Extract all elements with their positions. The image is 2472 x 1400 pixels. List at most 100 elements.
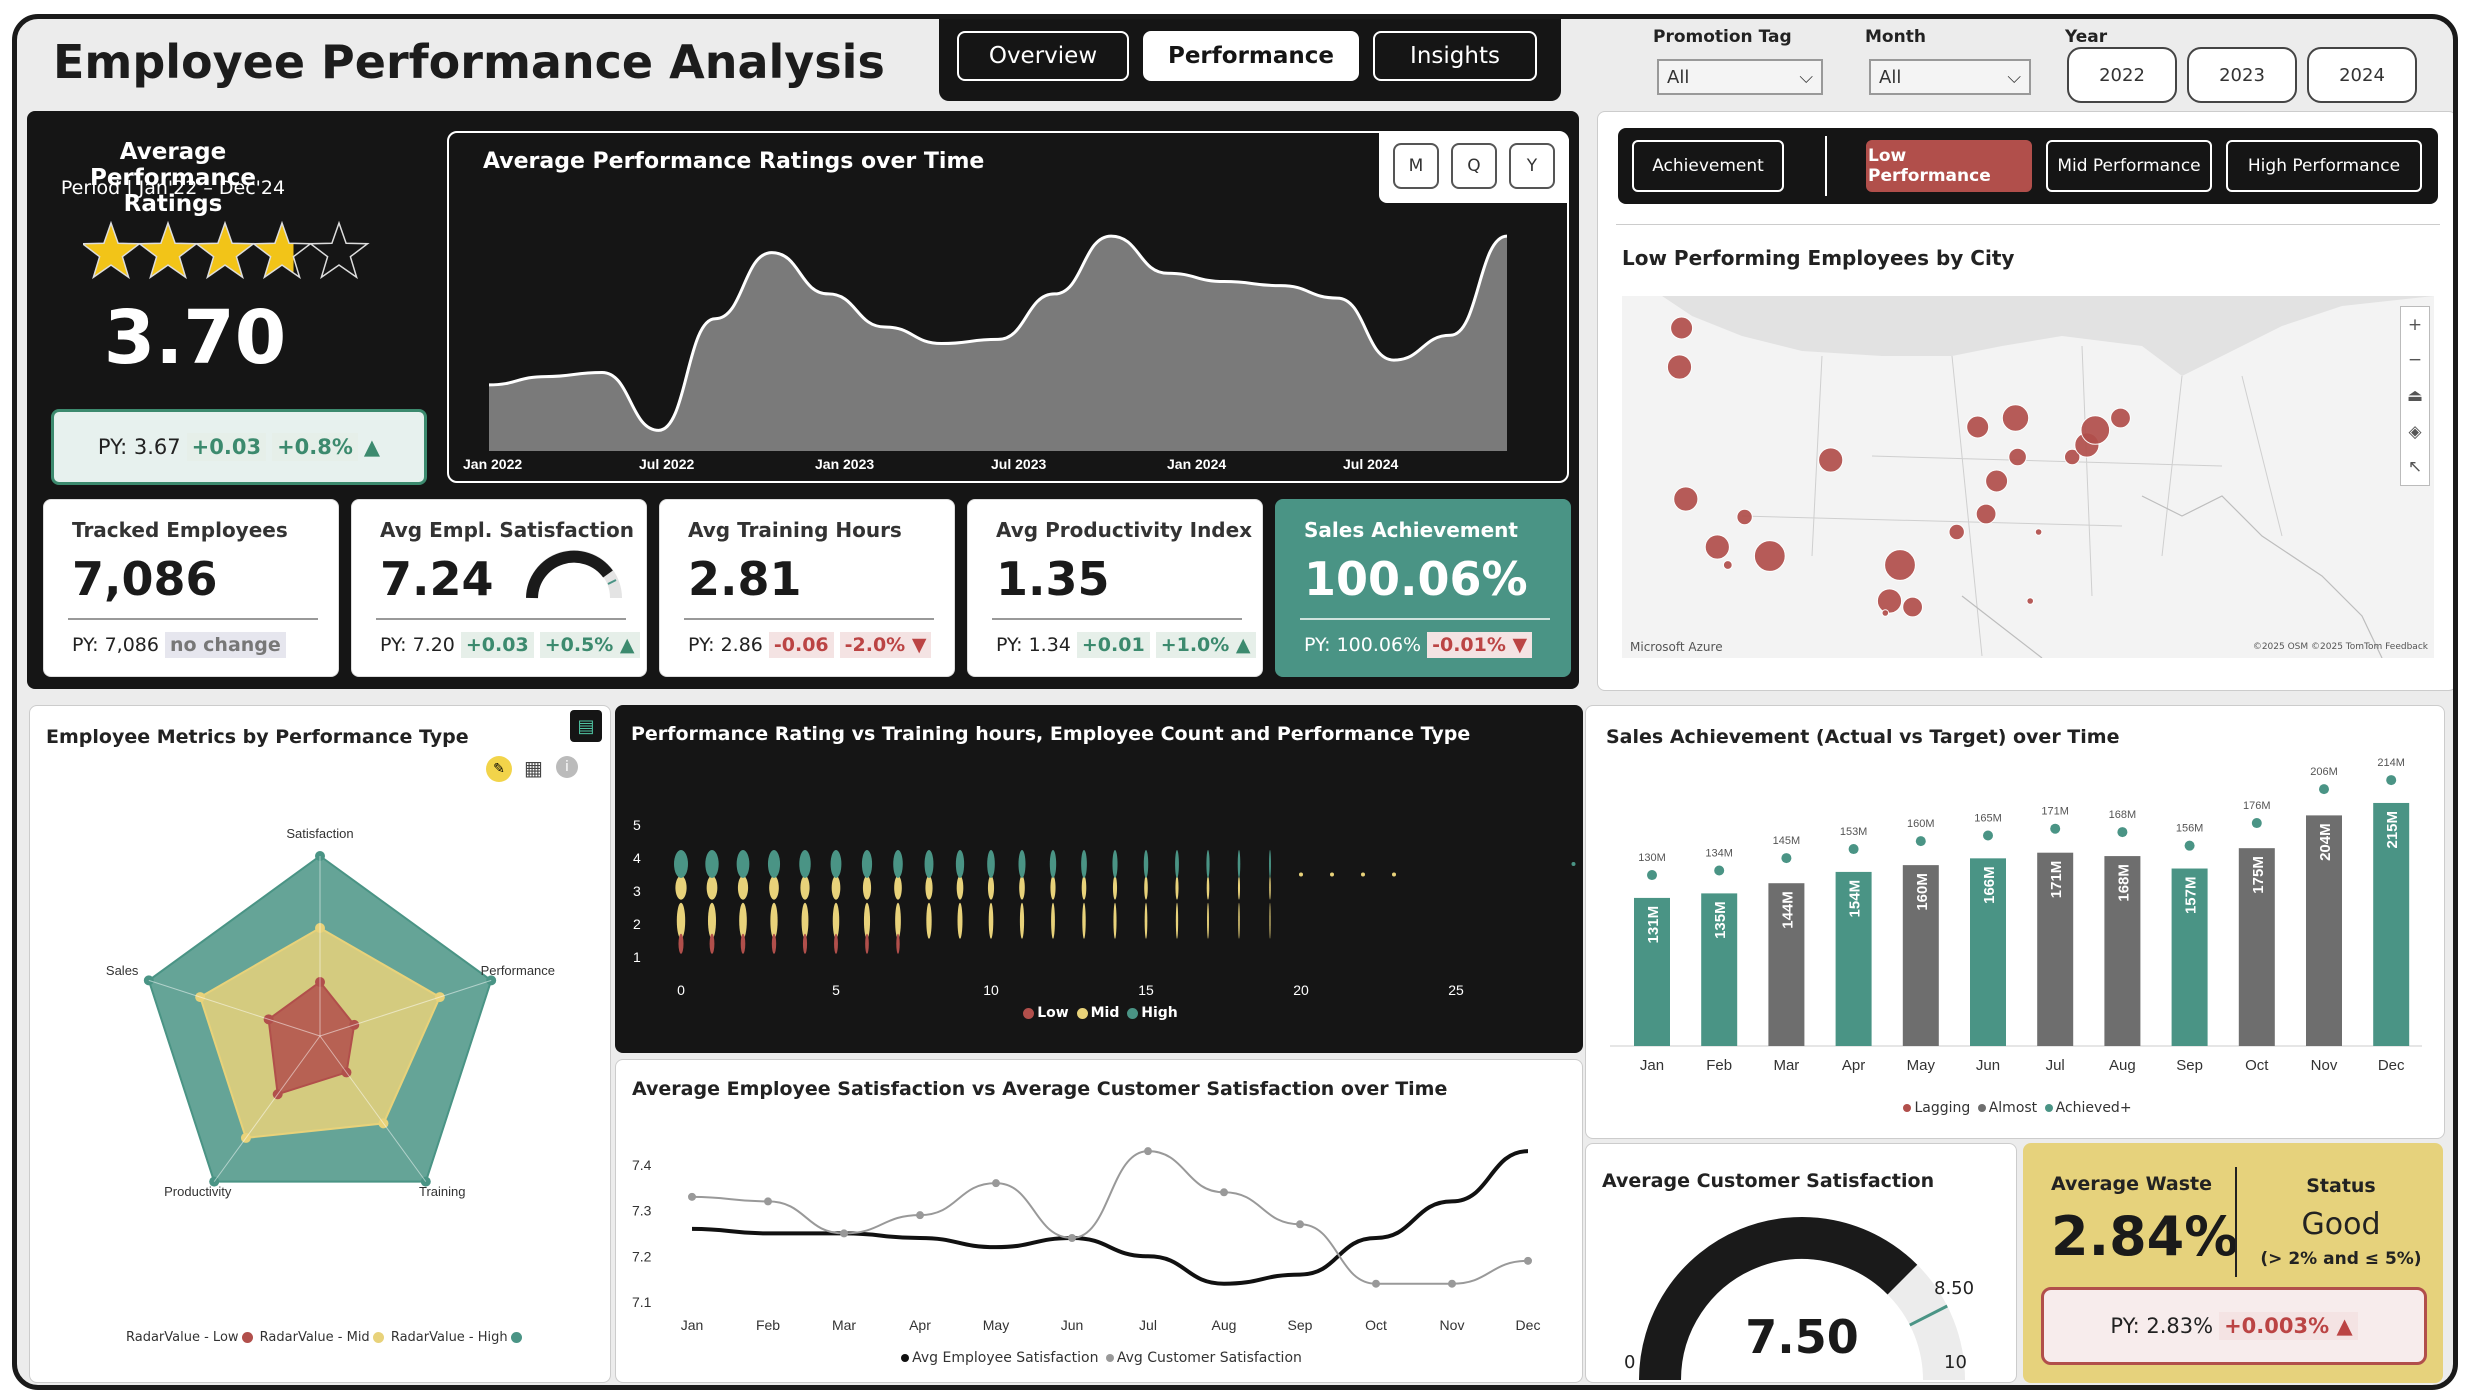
series-point — [1524, 1256, 1532, 1265]
legend-swatch — [1105, 1354, 1114, 1362]
year-button-2023[interactable]: 2023 — [2187, 47, 2297, 103]
tab-insights[interactable]: Insights — [1373, 31, 1537, 81]
series-point — [916, 1211, 924, 1220]
violin-body-mid — [739, 902, 747, 939]
kpi-delta: no change — [164, 632, 286, 658]
edit-icon[interactable]: ✎ — [486, 756, 512, 782]
x-tick-label: 25 — [1448, 982, 1464, 998]
series-point — [1220, 1188, 1228, 1197]
zoom-in-icon[interactable]: + — [2408, 315, 2422, 335]
x-tick-label: Mar — [1773, 1057, 1799, 1074]
sales-legend: Lagging Almost Achieved+ — [1586, 1100, 2446, 1116]
x-tick-label: Sep — [1288, 1317, 1313, 1333]
tab-performance[interactable]: Performance — [1143, 31, 1359, 81]
violin-body-low — [678, 933, 684, 954]
kpi-title: Avg Productivity Index — [996, 518, 1253, 542]
bar-value-label: 215M — [2384, 811, 2401, 849]
rating-py: PY: 3.67 — [97, 435, 181, 459]
x-tick-label: Nov — [1440, 1317, 1465, 1333]
violin-body-high — [830, 850, 842, 878]
x-tick-label: Sep — [2176, 1057, 2203, 1074]
kpi-avg-satisfaction: Avg Empl. Satisfaction 7.24 PY: 7.20 +0.0… — [351, 499, 647, 677]
mid-performance-button[interactable]: Mid Performance — [2046, 140, 2212, 192]
x-tick-label: Oct — [1365, 1317, 1387, 1333]
achievement-button[interactable]: Achievement — [1632, 140, 1784, 192]
star-icon — [308, 220, 370, 280]
x-tick-label: 5 — [832, 982, 840, 998]
compass-icon[interactable]: ◈ — [2408, 422, 2421, 442]
radar-card: Employee Metrics by Performance Type ▤ ✎… — [29, 705, 611, 1383]
city-bubble — [1884, 549, 1916, 581]
bar-value-label: 171M — [2048, 861, 2065, 899]
zoom-out-icon[interactable]: − — [2408, 350, 2422, 370]
x-tick-label: Jan 2022 — [463, 456, 522, 472]
filter-divider — [1825, 136, 1827, 196]
target-label: 130M — [1638, 852, 1666, 864]
target-point — [1915, 836, 1926, 847]
low-performance-button[interactable]: Low Performance — [1866, 140, 2032, 192]
reset-view-icon[interactable]: ⏏ — [2407, 386, 2423, 406]
nav-bar: Overview Performance Insights — [939, 19, 1561, 101]
legend-label: Avg Customer Satisfaction — [1116, 1350, 1302, 1366]
waste-divider — [2235, 1167, 2237, 1277]
violin-body-high — [674, 850, 688, 878]
city-map[interactable]: + − ⏏ ◈ ↖ Microsoft Azure ©2025 OSM ©202… — [1622, 296, 2434, 658]
year-button-2022[interactable]: 2022 — [2067, 47, 2177, 103]
y-tick-label: 7.3 — [632, 1203, 652, 1219]
legend-label: High — [1141, 1005, 1178, 1021]
violin-dot — [1361, 872, 1365, 877]
kpi-sales-achievement: Sales Achievement 100.06% PY: 100.06% -0.… — [1275, 499, 1571, 677]
waste-value: 2.84% — [2051, 1205, 2239, 1268]
legend-label: Avg Employee Satisfaction — [912, 1350, 1099, 1366]
bar-value-label: 166M — [1981, 866, 1998, 904]
target-label: 160M — [1907, 818, 1935, 830]
tab-overview[interactable]: Overview — [957, 31, 1129, 81]
series-point — [1144, 1147, 1152, 1156]
customer-satisfaction-card: Average Customer Satisfaction 7.50 0 10 … — [1585, 1143, 2017, 1383]
violin-chart: 1 2 3 4 5 0 5 10 15 20 25 — [633, 817, 1576, 998]
month-select[interactable]: All ⌵ — [1869, 59, 2031, 95]
violin-body-high — [987, 850, 995, 878]
select-cursor-icon[interactable]: ↖ — [2408, 457, 2422, 477]
violin-body-mid — [1269, 902, 1271, 939]
high-performance-button[interactable]: High Performance — [2226, 140, 2422, 192]
star-rating — [83, 220, 370, 280]
kpi-delta: -0.06 — [768, 632, 834, 658]
violin-body-mid — [1237, 875, 1241, 900]
x-tick-label: Nov — [2311, 1057, 2338, 1074]
violin-body-low — [740, 933, 746, 954]
violin-dot — [1392, 872, 1396, 877]
target-label: 214M — [2377, 757, 2405, 769]
legend-swatch — [2044, 1104, 2053, 1112]
target-label: 168M — [2109, 809, 2137, 821]
violin-body-mid — [1051, 902, 1055, 939]
comment-icon[interactable]: ▤ — [570, 710, 602, 742]
legend-label: RadarValue - High — [390, 1330, 508, 1345]
violin-body-high — [1112, 850, 1118, 878]
up-arrow-icon: ▲ — [363, 435, 381, 459]
promotion-tag-select[interactable]: All ⌵ — [1657, 59, 1823, 95]
info-icon[interactable]: i — [556, 756, 578, 778]
gauge-target-label: 8.50 — [1934, 1278, 1975, 1299]
violin-body-low — [771, 933, 777, 954]
violin-body-mid — [800, 875, 810, 900]
table-icon[interactable]: ▦ — [524, 756, 543, 780]
rating-period: Period | Jan'22 – Dec'24 — [60, 177, 286, 199]
y-tick-label: 4 — [633, 850, 641, 866]
violin-body-mid — [894, 875, 902, 900]
rating-delta-pct: +0.8% — [272, 433, 358, 461]
bar-value-label: 157M — [2183, 877, 2200, 915]
violin-body-mid — [1050, 875, 1056, 900]
city-bubble — [1985, 469, 2009, 493]
violin-body-mid — [1019, 875, 1025, 900]
year-button-2024[interactable]: 2024 — [2307, 47, 2417, 103]
kpi-py: PY: 100.06% — [1304, 634, 1422, 656]
kpi-value: 1.35 — [996, 552, 1110, 606]
radar-chart: Satisfaction Performance Training Productiv… — [106, 826, 555, 1199]
violin-body-mid — [956, 875, 964, 900]
legend-swatch — [1903, 1104, 1912, 1112]
series-line — [691, 1149, 1529, 1286]
x-tick-label: 10 — [983, 982, 999, 998]
series-point — [840, 1229, 848, 1238]
kpi-py: PY: 2.86 — [688, 634, 763, 656]
